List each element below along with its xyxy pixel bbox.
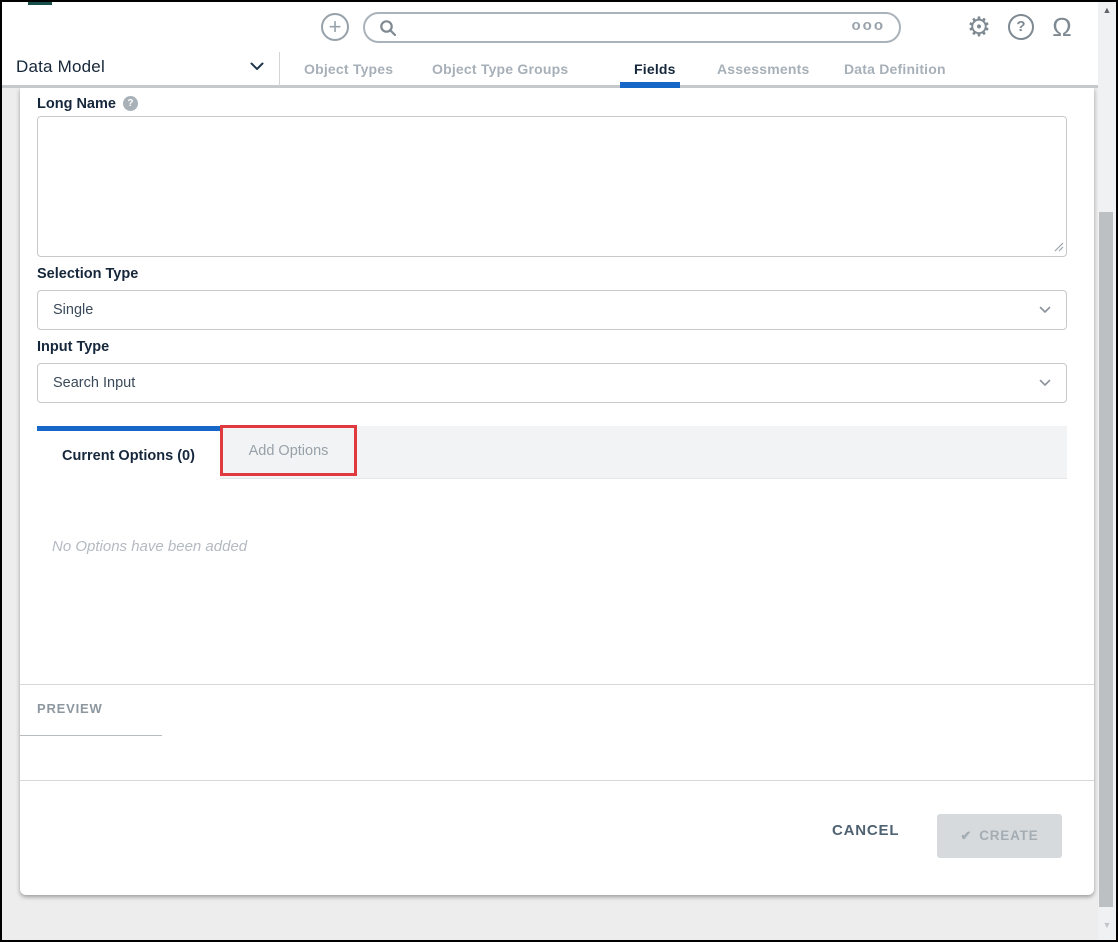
selection-type-select[interactable]: Single <box>37 290 1067 330</box>
active-tab-underline <box>620 82 680 88</box>
tab-data-definition[interactable]: Data Definition <box>844 61 946 77</box>
tab-object-type-groups[interactable]: Object Type Groups <box>432 61 568 77</box>
check-icon: ✔ <box>960 828 972 843</box>
tab-current-options[interactable]: Current Options (0) <box>37 426 220 480</box>
vertical-scrollbar[interactable]: ▲ ▼ <box>1098 2 1116 940</box>
tab-add-options[interactable]: Add Options <box>220 425 357 476</box>
search-more-icon[interactable]: ooo <box>852 18 886 37</box>
selection-type-value: Single <box>53 302 93 318</box>
create-button-label: CREATE <box>979 828 1038 843</box>
cancel-button[interactable]: CANCEL <box>832 822 899 839</box>
selection-type-label: Selection Type <box>37 266 138 282</box>
divider <box>20 780 1094 781</box>
scroll-down-icon[interactable]: ▼ <box>1098 920 1116 930</box>
header-divider <box>279 52 280 86</box>
search-input[interactable] <box>405 20 852 36</box>
add-icon[interactable]: + <box>321 13 349 41</box>
long-name-textarea[interactable] <box>37 116 1067 257</box>
chevron-down-icon <box>1039 306 1051 314</box>
preview-heading: PREVIEW <box>37 701 103 716</box>
scroll-up-icon[interactable]: ▲ <box>1098 5 1116 15</box>
gear-icon[interactable]: ⚙ <box>965 13 993 41</box>
preview-underline <box>20 735 162 736</box>
workspace-selector[interactable]: Data Model <box>16 57 105 77</box>
input-type-select[interactable]: Search Input <box>37 363 1067 403</box>
divider <box>20 684 1094 685</box>
long-name-label-text: Long Name <box>37 96 116 112</box>
top-header: + ooo ⚙ ? Ω Data Model Object Types Obje… <box>2 2 1100 88</box>
input-type-value: Search Input <box>53 375 135 391</box>
chevron-down-icon[interactable] <box>250 62 264 71</box>
tab-object-types[interactable]: Object Types <box>304 61 393 77</box>
app-window: + ooo ⚙ ? Ω Data Model Object Types Obje… <box>0 0 1118 942</box>
tab-fields[interactable]: Fields <box>634 61 676 77</box>
long-name-help-icon[interactable]: ? <box>123 96 138 111</box>
long-name-label: Long Name? <box>37 96 138 112</box>
logo <box>28 2 52 5</box>
create-button[interactable]: ✔ CREATE <box>937 814 1062 858</box>
search-icon <box>379 19 397 37</box>
scrollbar-thumb[interactable] <box>1099 212 1113 907</box>
user-icon[interactable]: Ω <box>1048 13 1076 41</box>
tab-assessments[interactable]: Assessments <box>717 61 809 77</box>
create-field-panel: Long Name? Selection Type Single Input T… <box>20 88 1094 895</box>
options-tabstrip: Current Options (0) Add Options <box>37 426 1067 479</box>
help-icon[interactable]: ? <box>1008 14 1034 40</box>
empty-options-message: No Options have been added <box>52 538 247 555</box>
global-search[interactable]: ooo <box>363 12 901 43</box>
input-type-label: Input Type <box>37 339 109 355</box>
chevron-down-icon <box>1039 379 1051 387</box>
